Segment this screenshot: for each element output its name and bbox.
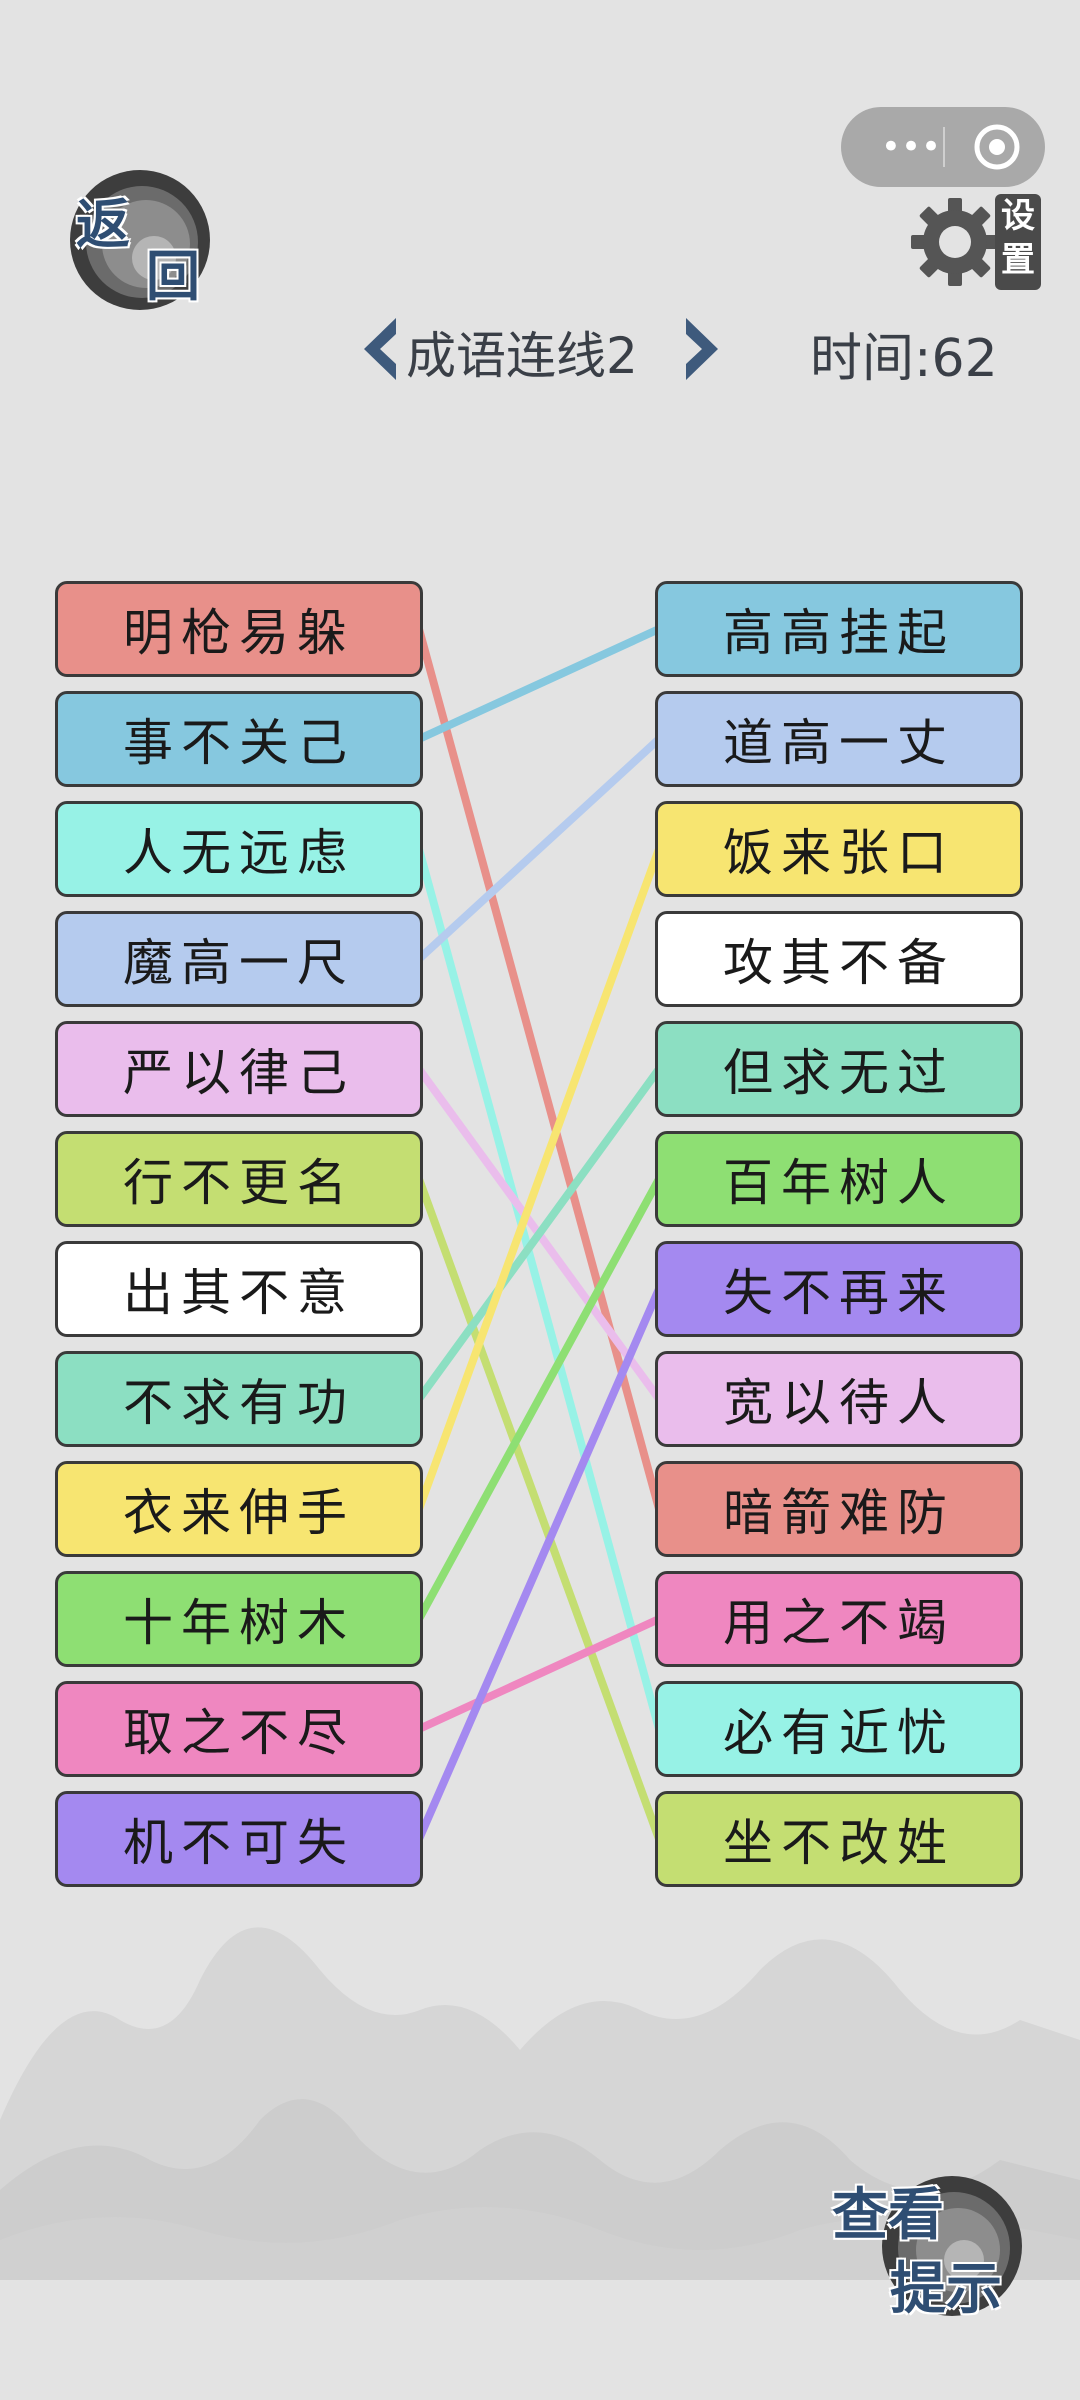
connection-line — [415, 625, 663, 743]
settings-label-bottom: 置 — [1001, 240, 1035, 280]
right-idiom-card[interactable]: 宽以待人 — [655, 1351, 1023, 1447]
right-idiom-card[interactable]: 百年树人 — [655, 1131, 1023, 1227]
left-idiom-card[interactable]: 衣来伸手 — [55, 1461, 423, 1557]
connection-line — [415, 1175, 663, 1623]
left-idiom-card[interactable]: 取之不尽 — [55, 1681, 423, 1777]
right-idiom-card[interactable]: 高高挂起 — [655, 581, 1023, 677]
connection-line — [415, 1285, 663, 1843]
timer-display: 时间:62 — [810, 329, 998, 389]
right-idiom-card[interactable]: 暗箭难防 — [655, 1461, 1023, 1557]
right-idiom-card[interactable]: 但求无过 — [655, 1021, 1023, 1117]
hint-label-bottom: 提示 — [890, 2256, 1002, 2322]
settings-label-top: 设 — [1001, 196, 1035, 236]
left-idiom-card[interactable]: 人无远虑 — [55, 801, 423, 897]
gear-icon — [911, 198, 999, 286]
view-hint-button[interactable]: 查看 提示 — [830, 2160, 1030, 2322]
left-idiom-card[interactable]: 事不关己 — [55, 691, 423, 787]
left-idiom-card[interactable]: 行不更名 — [55, 1131, 423, 1227]
next-level-arrow-icon[interactable] — [682, 314, 722, 384]
left-idiom-card[interactable]: 十年树木 — [55, 1571, 423, 1667]
more-icon[interactable]: ••• — [871, 107, 951, 187]
miniprogram-capsule: ••• — [841, 107, 1045, 187]
capsule-divider — [943, 127, 945, 167]
left-idiom-card[interactable]: 严以律己 — [55, 1021, 423, 1117]
connection-line — [415, 1175, 663, 1843]
connection-line — [415, 1065, 663, 1403]
connection-line — [415, 845, 663, 1513]
settings-button[interactable]: 设 置 — [905, 188, 1045, 298]
connection-line — [415, 735, 663, 963]
back-label-bottom: 回 — [146, 244, 200, 308]
right-idiom-card[interactable]: 坐不改姓 — [655, 1791, 1023, 1887]
right-idiom-card[interactable]: 用之不竭 — [655, 1571, 1023, 1667]
left-idiom-card[interactable]: 机不可失 — [55, 1791, 423, 1887]
right-idiom-card[interactable]: 饭来张口 — [655, 801, 1023, 897]
right-idiom-card[interactable]: 攻其不备 — [655, 911, 1023, 1007]
prev-level-arrow-icon[interactable] — [360, 314, 400, 384]
connection-line — [415, 625, 663, 1513]
hint-label-top: 查看 — [832, 2182, 944, 2248]
settings-label: 设 置 — [995, 194, 1041, 290]
left-idiom-card[interactable]: 明枪易躲 — [55, 581, 423, 677]
right-idiom-card[interactable]: 必有近忧 — [655, 1681, 1023, 1777]
connection-line — [415, 1615, 663, 1733]
left-idiom-card[interactable]: 魔高一尺 — [55, 911, 423, 1007]
back-label-top: 返 — [76, 192, 130, 256]
right-idiom-card[interactable]: 道高一丈 — [655, 691, 1023, 787]
left-idiom-card[interactable]: 出其不意 — [55, 1241, 423, 1337]
right-idiom-card[interactable]: 失不再来 — [655, 1241, 1023, 1337]
connection-line — [415, 1065, 663, 1403]
connection-line — [415, 845, 663, 1733]
level-title: 成语连线2 — [406, 327, 638, 385]
level-selector: 成语连线2 — [360, 312, 720, 388]
close-target-icon[interactable] — [973, 123, 1021, 171]
back-button[interactable]: 返 回 — [62, 162, 214, 314]
left-idiom-card[interactable]: 不求有功 — [55, 1351, 423, 1447]
